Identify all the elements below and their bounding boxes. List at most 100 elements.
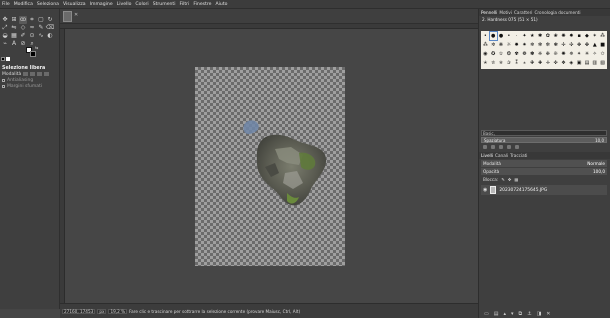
brush-swatch[interactable]: ❁: [521, 51, 528, 59]
brush-swatch[interactable]: ☼: [505, 41, 512, 49]
brush-swatch[interactable]: ✤: [584, 41, 591, 49]
new-brush-button[interactable]: [491, 145, 495, 149]
brush-swatch[interactable]: ■: [599, 41, 606, 49]
dodge-icon[interactable]: ◐: [46, 32, 54, 40]
brush-swatch[interactable]: ✪: [490, 51, 497, 59]
brush-swatch[interactable]: ✾: [513, 51, 520, 59]
menu-visualizza[interactable]: Visualizza: [63, 2, 86, 7]
brush-swatch[interactable]: ⁂: [482, 41, 489, 49]
smudge-icon[interactable]: ∿: [37, 32, 45, 40]
brush-swatch[interactable]: •: [482, 32, 489, 40]
tab-cronologia-documenti[interactable]: Cronologia documenti: [534, 10, 580, 15]
flip-icon[interactable]: ⇋: [10, 24, 18, 32]
menu-finestre[interactable]: Finestre: [193, 2, 211, 7]
brush-swatch[interactable]: ✰: [505, 60, 512, 68]
brush-filter-input[interactable]: Basic,: [481, 130, 607, 136]
brush-swatch[interactable]: ✻: [537, 41, 544, 49]
free-select-icon[interactable]: ꝏ: [19, 16, 27, 24]
lock-position-icon[interactable]: ✥: [508, 177, 512, 182]
brush-swatch[interactable]: ✛: [545, 60, 552, 68]
clone-icon[interactable]: ⊙: [28, 32, 36, 40]
refresh-brushes-button[interactable]: [515, 145, 519, 149]
swap-colors-icon[interactable]: ⇆: [35, 45, 38, 50]
layer-mode-row[interactable]: Modalità Normale: [481, 160, 607, 167]
brush-swatch[interactable]: ✦: [521, 32, 528, 40]
tab-caratteri[interactable]: Caratteri: [514, 10, 533, 15]
image-canvas[interactable]: [195, 67, 345, 266]
menu-strumenti[interactable]: Strumenti: [153, 2, 176, 7]
tab-canali[interactable]: Canali: [495, 153, 508, 158]
eye-icon[interactable]: ◉: [483, 187, 487, 193]
paint-icon[interactable]: ✎: [37, 24, 45, 32]
brush-swatch[interactable]: ⁑: [513, 60, 520, 68]
brush-swatch[interactable]: ✢: [560, 41, 567, 49]
gradient-icon[interactable]: ▦: [10, 32, 18, 40]
antialias-checkbox[interactable]: [2, 78, 5, 82]
eraser-icon[interactable]: ⌫: [46, 24, 54, 32]
rotate-icon[interactable]: ↻: [46, 16, 54, 24]
tab-tracciati[interactable]: Tracciati: [510, 153, 527, 158]
image-tab-thumbnail[interactable]: [63, 11, 72, 22]
brush-swatch[interactable]: ◆: [584, 32, 591, 40]
canvas-area[interactable]: [60, 24, 478, 303]
opacity-row[interactable]: Opacità 100,0: [481, 168, 607, 175]
menu-modifica[interactable]: Modifica: [14, 2, 33, 7]
brush-swatch[interactable]: ▤: [584, 60, 591, 68]
brush-swatch[interactable]: ✯: [498, 60, 505, 68]
menu-file[interactable]: File: [2, 2, 10, 7]
feather-checkbox[interactable]: [2, 84, 5, 88]
brush-swatch[interactable]: ❉: [545, 51, 552, 59]
brush-swatch[interactable]: ❖: [560, 60, 567, 68]
perspective-icon[interactable]: ◇: [19, 24, 27, 32]
brush-swatch[interactable]: ✧: [591, 51, 598, 59]
brush-swatch[interactable]: ▲: [591, 41, 598, 49]
brush-swatch[interactable]: ✽: [529, 51, 536, 59]
brush-swatch[interactable]: ✼: [545, 41, 552, 49]
mask-layer-icon[interactable]: ◨: [537, 311, 542, 317]
crop-icon[interactable]: ⌗: [28, 16, 36, 24]
brush-swatch[interactable]: ❂: [505, 51, 512, 59]
tab-motivi[interactable]: Motivi: [499, 10, 512, 15]
menu-seleziona[interactable]: Seleziona: [37, 2, 59, 7]
layer-group-icon[interactable]: ▤: [494, 311, 499, 317]
brush-swatch[interactable]: ✭: [482, 60, 489, 68]
brush-swatch[interactable]: ✺: [560, 32, 567, 40]
delete-brush-button[interactable]: [507, 145, 511, 149]
lock-alpha-icon[interactable]: ▦: [514, 177, 518, 182]
layer-row[interactable]: ◉ 20230724175645.JPG: [481, 185, 607, 195]
mode-add-button[interactable]: [30, 72, 36, 76]
brush-swatch[interactable]: ★: [529, 32, 536, 40]
text-icon[interactable]: A: [10, 40, 18, 48]
opacity-value[interactable]: 100,0: [593, 169, 605, 174]
bucket-icon[interactable]: ◒: [1, 32, 9, 40]
brush-swatch[interactable]: ✜: [552, 60, 559, 68]
menu-filtri[interactable]: Filtri: [180, 2, 190, 7]
brush-swatch[interactable]: ❄: [529, 41, 536, 49]
layer-mode-select[interactable]: Normale: [587, 161, 605, 166]
mode-subtract-button[interactable]: [37, 72, 43, 76]
lower-layer-icon[interactable]: ▾: [511, 311, 514, 317]
background-color[interactable]: [30, 51, 36, 57]
brush-swatch[interactable]: ⁂: [599, 32, 606, 40]
unit-select[interactable]: px: [97, 308, 107, 314]
brush-swatch[interactable]: ✹: [513, 41, 520, 49]
brush-swatch[interactable]: ❈: [537, 51, 544, 59]
close-icon[interactable]: ✕: [74, 12, 78, 18]
layer-name[interactable]: 20230724175645.JPG: [499, 188, 547, 193]
brush-swatch[interactable]: ▣: [576, 60, 583, 68]
brush-swatch[interactable]: ✩: [599, 51, 606, 59]
menu-colori[interactable]: Colori: [135, 2, 148, 7]
new-layer-icon[interactable]: ▭: [484, 311, 489, 317]
brush-swatch[interactable]: ✲: [490, 41, 497, 49]
path-icon[interactable]: ⌁: [1, 40, 9, 48]
spacing-slider[interactable]: Spaziatura 10,0: [481, 137, 607, 143]
brush-swatch[interactable]: ❊: [552, 51, 559, 59]
feather-row[interactable]: Margini sfumati: [0, 83, 60, 89]
scale-icon[interactable]: ⤢: [1, 24, 9, 32]
brush-swatch[interactable]: •: [505, 32, 512, 40]
brush-swatch[interactable]: ✵: [568, 51, 575, 59]
brush-swatch[interactable]: ✣: [568, 41, 575, 49]
brush-swatch[interactable]: ❃: [552, 41, 559, 49]
move-icon[interactable]: ✥: [1, 16, 9, 24]
brush-swatch[interactable]: ✴: [576, 51, 583, 59]
